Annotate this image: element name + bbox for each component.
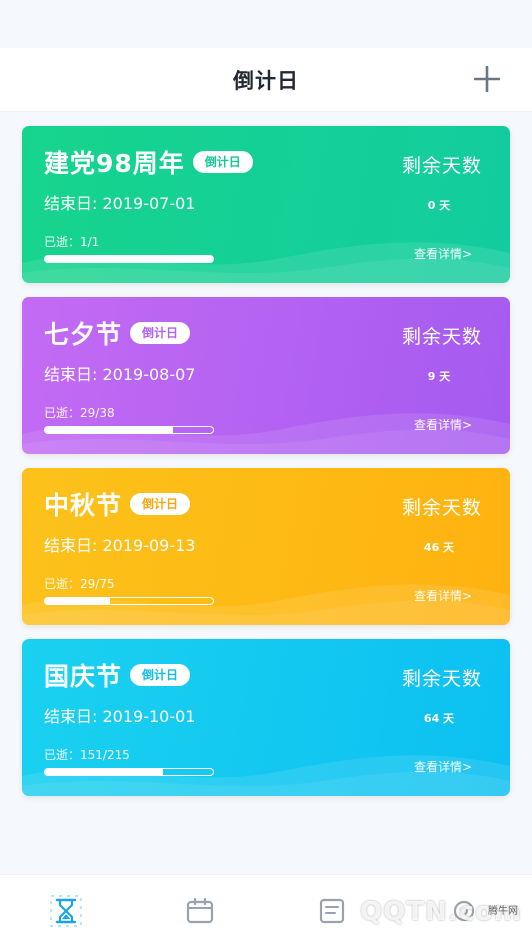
countdown-card[interactable]: 七夕节 倒计日结束日: 2019-08-07 已逝：29/38 剩余天数 9 天查看详情… [22, 297, 510, 454]
remaining-days-label: 剩余天数 [401, 497, 482, 519]
remaining-days-label: 剩余天数 [401, 668, 482, 690]
remaining-days-value: 64 天 [423, 712, 455, 725]
card-title: 建党98周年 [44, 149, 185, 178]
end-date: 结束日: 2019-07-01 [44, 194, 196, 213]
progress-fill [45, 598, 111, 604]
progress-fill [45, 256, 213, 262]
calendar-icon [186, 897, 214, 924]
countdown-tag: 倒计日 [192, 151, 253, 173]
hourglass-icon [50, 895, 82, 927]
end-date: 结束日: 2019-08-07 [44, 365, 196, 384]
card-title-row: 中秋节 倒计日 [44, 486, 191, 522]
countdown-tag: 倒计日 [130, 322, 191, 344]
tab-notes[interactable] [316, 895, 348, 927]
elapsed-text: 已逝：151/215 [44, 748, 130, 762]
page-title: 倒计日 [233, 69, 299, 93]
end-date: 结束日: 2019-09-13 [44, 536, 196, 555]
plus-icon [474, 66, 500, 92]
card-title: 国庆节 [44, 662, 123, 691]
view-details-link[interactable]: 查看详情> [414, 416, 472, 433]
view-details-link[interactable]: 查看详情> [414, 587, 472, 604]
countdown-tag: 倒计日 [130, 493, 191, 515]
countdown-tag: 倒计日 [130, 664, 191, 686]
add-button[interactable] [472, 64, 502, 94]
elapsed-text: 已逝：29/75 [44, 577, 115, 591]
progress-bar [44, 426, 214, 434]
countdown-list: 建党98周年 倒计日 结束日: 2019-07-01 已逝：1/1 剩余天数 0 天查看详… [22, 126, 510, 810]
progress-fill [45, 769, 163, 775]
countdown-card[interactable]: 国庆节 倒计日结束日: 2019-10-01 已逝：151/215 剩余天数 64 天查… [22, 639, 510, 796]
progress-bar [44, 768, 214, 776]
tab-countdown[interactable] [50, 895, 82, 927]
tab-calendar[interactable] [184, 895, 216, 927]
countdown-card[interactable]: 中秋节 倒计日结束日: 2019-09-13 已逝：29/75 剩余天数 46 天查看详… [22, 468, 510, 625]
countdown-card[interactable]: 建党98周年 倒计日结束日: 2019-07-01 已逝：1/1 剩余天数 0 天查看详… [22, 126, 510, 283]
card-title-row: 建党98周年 倒计日 [44, 144, 253, 180]
remaining-days-value: 9 天 [427, 370, 451, 383]
card-title-row: 国庆节 倒计日 [44, 657, 191, 693]
progress-bar [44, 255, 214, 263]
status-bar [0, 0, 532, 48]
card-title: 中秋节 [44, 491, 123, 520]
remaining-days-value: 0 天 [427, 199, 451, 212]
card-title-row: 七夕节 倒计日 [44, 315, 191, 351]
elapsed-text: 已逝：29/38 [44, 406, 115, 420]
view-details-link[interactable]: 查看详情> [414, 758, 472, 775]
nav-bar: 倒计日 [0, 48, 532, 112]
notes-icon [319, 898, 345, 924]
view-details-link[interactable]: 查看详情> [414, 245, 472, 262]
remaining-days-label: 剩余天数 [401, 155, 482, 177]
progress-fill [45, 427, 174, 433]
watermark-caption: 腾牛网 [488, 906, 518, 917]
progress-bar [44, 597, 214, 605]
remaining-days-label: 剩余天数 [401, 326, 482, 348]
end-date: 结束日: 2019-10-01 [44, 707, 196, 726]
card-title: 七夕节 [44, 320, 123, 349]
remaining-days-value: 46 天 [423, 541, 455, 554]
elapsed-text: 已逝：1/1 [44, 235, 100, 249]
